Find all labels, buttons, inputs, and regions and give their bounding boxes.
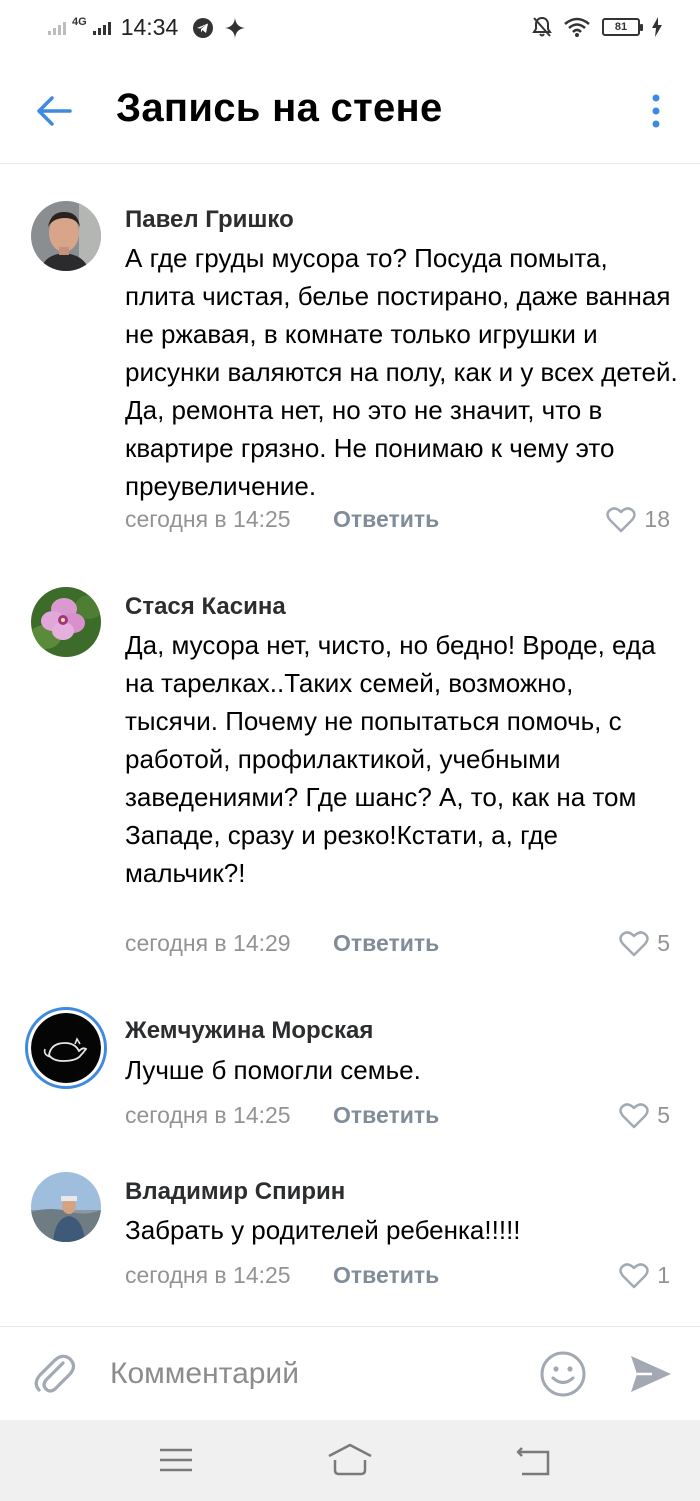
heart-icon bbox=[619, 1102, 649, 1128]
send-icon bbox=[631, 1356, 671, 1392]
status-right: 81 bbox=[532, 16, 662, 38]
reply-button[interactable]: Ответить bbox=[333, 1262, 439, 1289]
comment-author[interactable]: Владимир Спирин bbox=[125, 1178, 345, 1206]
avatar[interactable] bbox=[31, 1172, 101, 1242]
heart-icon bbox=[619, 1262, 649, 1288]
status-bar: 4G 14:34 81 bbox=[0, 0, 700, 58]
signal-sim1-icon bbox=[48, 21, 66, 35]
home-button[interactable] bbox=[326, 1440, 374, 1480]
comment-date: сегодня в 14:25 bbox=[125, 506, 291, 532]
status-time: 14:34 bbox=[120, 14, 179, 40]
heart-icon bbox=[619, 930, 649, 956]
comment-date: сегодня в 14:25 bbox=[125, 1262, 291, 1288]
comment-text: Забрать у родителей ребенка!!!!! bbox=[125, 1215, 521, 1245]
signal-sim2-icon bbox=[92, 21, 111, 35]
comment-date: сегодня в 14:25 bbox=[125, 1102, 291, 1128]
comment-meta: сегодня в 14:25 Ответить 18 bbox=[125, 506, 670, 536]
page-title: Запись на стене bbox=[116, 86, 443, 130]
status-left: 4G 14:34 bbox=[48, 14, 246, 41]
paperclip-icon bbox=[34, 1354, 76, 1393]
comment-meta: сегодня в 14:29 Ответить 5 bbox=[125, 930, 670, 960]
telegram-icon bbox=[193, 17, 214, 38]
reply-button[interactable]: Ответить bbox=[333, 506, 439, 533]
arrow-left-icon bbox=[37, 96, 72, 126]
wifi-icon bbox=[564, 17, 590, 37]
emoji-button[interactable] bbox=[538, 1349, 588, 1399]
more-options-button[interactable] bbox=[642, 88, 670, 134]
comment-meta: сегодня в 14:25 Ответить 1 bbox=[125, 1262, 670, 1292]
like-button[interactable]: 5 bbox=[619, 930, 670, 957]
bell-off-icon bbox=[532, 16, 552, 37]
like-count: 5 bbox=[657, 930, 670, 956]
reply-button[interactable]: Ответить bbox=[333, 1102, 439, 1129]
like-button[interactable]: 1 bbox=[619, 1262, 670, 1289]
more-vertical-icon bbox=[652, 94, 660, 128]
comment-author[interactable]: Жемчужина Морская bbox=[125, 1017, 373, 1045]
avatar[interactable] bbox=[31, 587, 101, 657]
comment-text: Лучше б помогли семье. bbox=[125, 1055, 421, 1085]
back-button[interactable] bbox=[32, 88, 78, 134]
send-button[interactable] bbox=[628, 1351, 674, 1397]
sparkle-icon bbox=[225, 17, 246, 38]
system-navigation-bar bbox=[0, 1420, 700, 1501]
smile-icon bbox=[540, 1351, 586, 1397]
like-count: 5 bbox=[657, 1102, 670, 1128]
app-header: Запись на стене bbox=[0, 58, 700, 164]
comment-text: А где груды мусора то? Посуда помыта, пл… bbox=[125, 243, 678, 501]
charging-icon bbox=[652, 17, 662, 37]
battery-icon: 81 bbox=[602, 18, 643, 36]
like-count: 1 bbox=[657, 1262, 670, 1288]
comment-author[interactable]: Павел Гришко bbox=[125, 206, 294, 234]
attach-button[interactable] bbox=[30, 1349, 80, 1399]
comment-date: сегодня в 14:29 bbox=[125, 930, 291, 956]
return-icon bbox=[516, 1447, 550, 1476]
menu-icon bbox=[160, 1448, 192, 1472]
reply-button[interactable]: Ответить bbox=[333, 930, 439, 957]
like-count: 18 bbox=[644, 506, 670, 532]
comment-text: Да, мусора нет, чисто, но бедно! Вроде, … bbox=[125, 630, 656, 888]
like-button[interactable]: 5 bbox=[619, 1102, 670, 1129]
menu-button[interactable] bbox=[156, 1440, 196, 1480]
back-nav-button[interactable] bbox=[514, 1440, 554, 1480]
comment-composer bbox=[0, 1326, 700, 1420]
battery-level: 81 bbox=[614, 21, 628, 33]
avatar[interactable] bbox=[31, 201, 101, 271]
comment-meta: сегодня в 14:25 Ответить 5 bbox=[125, 1102, 670, 1132]
home-icon bbox=[328, 1443, 372, 1476]
heart-icon bbox=[606, 506, 637, 532]
comment-author[interactable]: Стася Касина bbox=[125, 593, 286, 621]
avatar[interactable] bbox=[25, 1007, 107, 1089]
comment-input[interactable] bbox=[110, 1349, 510, 1399]
like-button[interactable]: 18 bbox=[606, 506, 670, 533]
network-type: 4G bbox=[72, 15, 87, 28]
